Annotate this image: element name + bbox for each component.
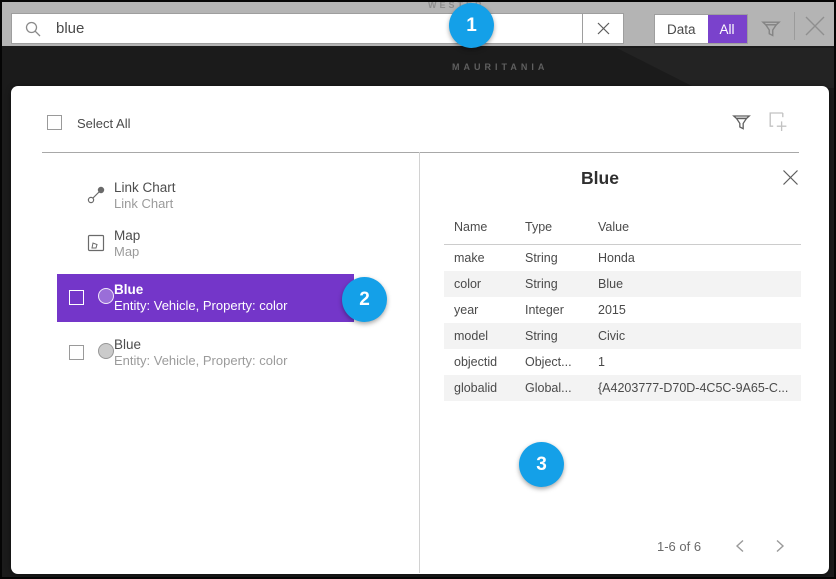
toolbar-divider [794, 12, 795, 40]
result-subtitle: Entity: Vehicle, Property: color [114, 353, 287, 368]
cell-value: 2015 [588, 297, 801, 323]
attribute-table: Name Type Value make String Honda color … [444, 214, 801, 401]
column-header: Name [444, 214, 515, 245]
cell-value: 1 [588, 349, 801, 375]
pagination-prev-button[interactable] [728, 534, 752, 558]
add-to-selection-icon [766, 110, 790, 134]
clear-search-button[interactable] [582, 13, 624, 44]
result-row-link-chart[interactable]: Link Chart Link Chart [57, 172, 354, 220]
column-divider [419, 152, 420, 573]
funnel-icon [761, 19, 781, 39]
cell-type: String [515, 245, 588, 272]
select-all-label: Select All [77, 116, 130, 131]
x-close-icon [782, 169, 799, 186]
search-icon [24, 20, 42, 38]
result-checkbox[interactable] [69, 290, 84, 305]
cell-type: Global... [515, 375, 588, 401]
result-row-blue-selected[interactable]: Blue Entity: Vehicle, Property: color [57, 274, 354, 322]
chevron-left-icon [735, 539, 745, 553]
x-close-icon [803, 14, 827, 38]
detail-close-button[interactable] [777, 164, 803, 190]
pagination-next-button[interactable] [768, 534, 792, 558]
add-to-selection-button[interactable] [765, 109, 791, 135]
result-subtitle: Entity: Vehicle, Property: color [114, 298, 287, 313]
result-checkbox[interactable] [69, 345, 84, 360]
cell-type: String [515, 323, 588, 349]
annotation-callout-3: 3 [519, 442, 564, 487]
close-search-button[interactable] [800, 11, 830, 41]
search-results-panel: Select All Link Chart Link Chart Map [11, 86, 829, 574]
link-chart-icon [87, 186, 105, 204]
map-region [522, 48, 836, 88]
pagination-label: 1-6 of 6 [657, 539, 701, 554]
filter-button[interactable] [756, 14, 786, 44]
results-filter-button[interactable] [729, 110, 753, 134]
table-header-row: Name Type Value [444, 214, 801, 245]
map-label-mauritania: MAURITANIA [452, 62, 548, 72]
scope-all-button[interactable]: All [708, 15, 747, 43]
annotation-callout-2: 2 [342, 277, 387, 322]
header-divider [42, 152, 799, 153]
cell-name: globalid [444, 375, 515, 401]
result-title: Blue [114, 282, 143, 297]
result-row-map[interactable]: Map Map [57, 220, 354, 268]
search-toolbar: blue Data All [2, 2, 834, 46]
cell-value: Civic [588, 323, 801, 349]
annotation-callout-1: 1 [449, 3, 494, 48]
detail-title: Blue [420, 168, 780, 189]
cell-value: Honda [588, 245, 801, 272]
cell-type: String [515, 271, 588, 297]
result-title: Link Chart [114, 180, 176, 195]
select-all-checkbox[interactable] [47, 115, 62, 130]
result-row-blue[interactable]: Blue Entity: Vehicle, Property: color [57, 329, 354, 377]
scope-toggle: Data All [654, 14, 748, 44]
screenshot-root: MAURITANIA WESTER blue Data All [0, 0, 836, 579]
table-row: color String Blue [444, 271, 801, 297]
x-clear-icon [597, 22, 610, 35]
cell-type: Integer [515, 297, 588, 323]
cell-type: Object... [515, 349, 588, 375]
scope-data-button[interactable]: Data [655, 15, 708, 43]
column-header: Type [515, 214, 588, 245]
entity-node-icon [98, 343, 114, 359]
cell-name: model [444, 323, 515, 349]
result-title: Map [114, 228, 140, 243]
search-input[interactable]: blue [11, 13, 583, 44]
result-subtitle: Link Chart [114, 196, 173, 211]
column-header: Value [588, 214, 801, 245]
cell-name: year [444, 297, 515, 323]
table-row: model String Civic [444, 323, 801, 349]
table-row: make String Honda [444, 245, 801, 272]
table-row: year Integer 2015 [444, 297, 801, 323]
table-row: objectid Object... 1 [444, 349, 801, 375]
cell-value: {A4203777-D70D-4C5C-9A65-C... [588, 375, 801, 401]
entity-node-icon [98, 288, 114, 304]
result-subtitle: Map [114, 244, 139, 259]
result-title: Blue [114, 337, 141, 352]
funnel-icon [732, 113, 751, 132]
chevron-right-icon [775, 539, 785, 553]
cell-name: color [444, 271, 515, 297]
search-value: blue [56, 20, 84, 37]
cell-value: Blue [588, 271, 801, 297]
cell-name: objectid [444, 349, 515, 375]
cell-name: make [444, 245, 515, 272]
map-icon [87, 234, 105, 252]
table-row: globalid Global... {A4203777-D70D-4C5C-9… [444, 375, 801, 401]
